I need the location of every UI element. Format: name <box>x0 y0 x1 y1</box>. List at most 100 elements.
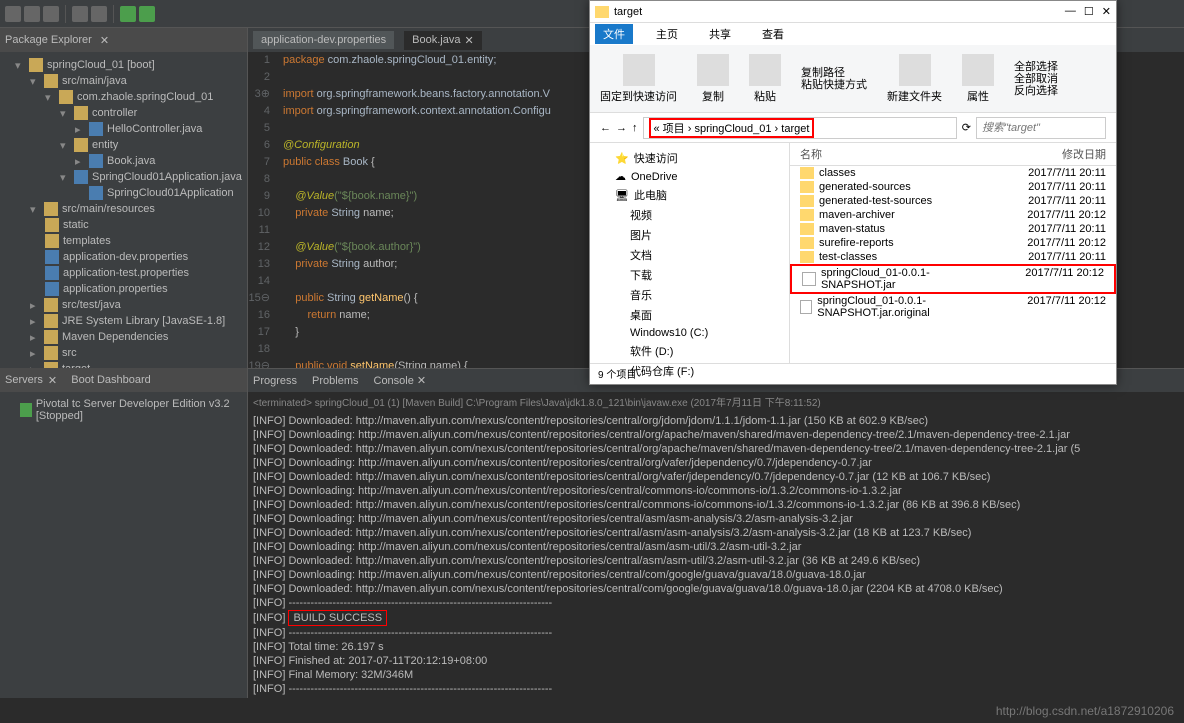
file-row[interactable]: springCloud_01-0.0.1-SNAPSHOT.jar.origin… <box>790 294 1116 320</box>
home-tab[interactable]: 主页 <box>648 24 686 44</box>
servers-panel: Servers ✕ Boot Dashboard Pivotal tc Serv… <box>0 368 248 698</box>
tree-item[interactable]: ▸src/test/java <box>0 297 247 313</box>
copy-path[interactable]: 复制路径 <box>801 67 867 79</box>
sidebar-onedrive[interactable]: ☁ OneDrive <box>595 168 784 185</box>
console-header: <terminated> springCloud_01 (1) [Maven B… <box>253 397 1179 414</box>
tree-item[interactable]: SpringCloud01Application <box>0 185 247 201</box>
sidebar-videos[interactable]: 视频 <box>595 205 784 225</box>
tree-item[interactable]: ▾entity <box>0 137 247 153</box>
paste-shortcut[interactable]: 粘贴快捷方式 <box>801 79 867 91</box>
invert-selection[interactable]: 反向选择 <box>1014 85 1058 97</box>
sidebar-thispc[interactable]: 🖥 此电脑 <box>595 185 784 205</box>
tree-item[interactable]: ▾src/main/java <box>0 73 247 89</box>
tree-item[interactable]: ▸Book.java <box>0 153 247 169</box>
tree-item[interactable]: ▸src <box>0 345 247 361</box>
folder-icon <box>595 6 609 18</box>
refresh-button[interactable]: ⟳ <box>962 121 971 134</box>
maximize-button[interactable]: ☐ <box>1084 5 1094 18</box>
problems-tab[interactable]: Problems <box>312 375 358 387</box>
file-tab[interactable]: 文件 <box>595 24 633 44</box>
file-row[interactable]: generated-test-sources2017/7/11 20:11 <box>790 194 1116 208</box>
tree-item[interactable]: application.properties <box>0 281 247 297</box>
toolbar-icon[interactable] <box>43 6 59 22</box>
explorer-ribbon: 固定到快速访问 复制 粘贴 复制路径 粘贴快捷方式 新建文件夹 属性 全部选择 … <box>590 45 1116 113</box>
paste-icon[interactable] <box>749 54 781 86</box>
watermark: http://blog.csdn.net/a1872910206 <box>996 704 1174 718</box>
explorer-address-bar: ← → ↑ « 项目 › springCloud_01 › target ⟳ <box>590 113 1116 143</box>
minimize-button[interactable]: — <box>1065 5 1076 18</box>
file-row[interactable]: maven-status2017/7/11 20:11 <box>790 222 1116 236</box>
explorer-titlebar[interactable]: target — ☐ ✕ <box>590 1 1116 23</box>
sidebar-music[interactable]: 音乐 <box>595 285 784 305</box>
copy-icon[interactable] <box>697 54 729 86</box>
explorer-sidebar: ⭐ 快速访问 ☁ OneDrive 🖥 此电脑 视频 图片 文档 下载 音乐 桌… <box>590 143 790 363</box>
file-list: 名称 修改日期 classes2017/7/11 20:11generated-… <box>790 143 1116 363</box>
package-explorer-panel: Package Explorer ✕ ▾springCloud_01 [boot… <box>0 28 248 368</box>
new-folder-icon[interactable] <box>899 54 931 86</box>
window-title: target <box>614 6 642 18</box>
close-button[interactable]: ✕ <box>1102 5 1111 18</box>
explorer-window: target — ☐ ✕ 文件 主页 共享 查看 固定到快速访问 复制 粘贴 复… <box>589 0 1117 385</box>
console-output[interactable]: <terminated> springCloud_01 (1) [Maven B… <box>248 392 1184 698</box>
tree-item[interactable]: templates <box>0 233 247 249</box>
pin-icon[interactable] <box>623 54 655 86</box>
address-path: « 项目 › springCloud_01 › target <box>649 118 815 138</box>
tree-project[interactable]: ▾springCloud_01 [boot] <box>0 57 247 73</box>
panel-title: Package Explorer <box>5 34 92 46</box>
tree-item[interactable]: ▾com.zhaole.springCloud_01 <box>0 89 247 105</box>
progress-tab[interactable]: Progress <box>253 375 297 387</box>
editor-tab-active[interactable]: Book.java ✕ <box>404 31 482 50</box>
tree-item[interactable]: ▾controller <box>0 105 247 121</box>
address-input[interactable]: « 项目 › springCloud_01 › target <box>643 117 957 139</box>
boot-dashboard-tab[interactable]: Boot Dashboard <box>71 374 151 386</box>
share-tab[interactable]: 共享 <box>701 24 739 44</box>
column-date[interactable]: 修改日期 <box>1006 146 1106 162</box>
file-row[interactable]: classes2017/7/11 20:11 <box>790 166 1116 180</box>
toolbar-icon[interactable] <box>5 6 21 22</box>
console-tab[interactable]: Console ✕ <box>374 374 427 387</box>
sidebar-downloads[interactable]: 下载 <box>595 265 784 285</box>
tree-item[interactable]: ▸HelloController.java <box>0 121 247 137</box>
debug-icon[interactable] <box>139 6 155 22</box>
toolbar-icon[interactable] <box>72 6 88 22</box>
sidebar-drive-c[interactable]: Windows10 (C:) <box>595 325 784 341</box>
tree-item[interactable]: ▸JRE System Library [JavaSE-1.8] <box>0 313 247 329</box>
package-explorer-header: Package Explorer ✕ <box>0 28 247 52</box>
toolbar-icon[interactable] <box>91 6 107 22</box>
tree-item[interactable]: application-test.properties <box>0 265 247 281</box>
tree-item[interactable]: ▾SpringCloud01Application.java <box>0 169 247 185</box>
run-icon[interactable] <box>120 6 136 22</box>
back-button[interactable]: ← <box>600 122 611 134</box>
file-row[interactable]: springCloud_01-0.0.1-SNAPSHOT.jar2017/7/… <box>790 264 1116 294</box>
sidebar-quick-access[interactable]: ⭐ 快速访问 <box>595 148 784 168</box>
project-tree: ▾springCloud_01 [boot] ▾src/main/java ▾c… <box>0 52 247 398</box>
forward-button[interactable]: → <box>616 122 627 134</box>
toolbar-icon[interactable] <box>24 6 40 22</box>
server-item[interactable]: Pivotal tc Server Developer Edition v3.2… <box>5 397 242 423</box>
tree-item[interactable]: ▾src/main/resources <box>0 201 247 217</box>
sidebar-desktop[interactable]: 桌面 <box>595 305 784 325</box>
file-row[interactable]: test-classes2017/7/11 20:11 <box>790 250 1116 264</box>
close-icon[interactable]: ✕ <box>100 34 109 47</box>
properties-icon[interactable] <box>962 54 994 86</box>
close-icon[interactable]: ✕ <box>464 34 473 47</box>
select-none[interactable]: 全部取消 <box>1014 73 1058 85</box>
file-row[interactable]: maven-archiver2017/7/11 20:12 <box>790 208 1116 222</box>
tree-item[interactable]: ▸Maven Dependencies <box>0 329 247 345</box>
search-input[interactable] <box>976 117 1106 139</box>
build-success-badge: BUILD SUCCESS <box>288 610 387 626</box>
select-all[interactable]: 全部选择 <box>1014 61 1058 73</box>
column-name[interactable]: 名称 <box>800 146 1006 162</box>
explorer-ribbon-tabs: 文件 主页 共享 查看 <box>590 23 1116 45</box>
tree-item[interactable]: application-dev.properties <box>0 249 247 265</box>
servers-tab[interactable]: Servers <box>5 374 43 386</box>
tree-item[interactable]: static <box>0 217 247 233</box>
sidebar-drive-d[interactable]: 软件 (D:) <box>595 341 784 361</box>
editor-tab[interactable]: application-dev.properties <box>253 31 394 49</box>
sidebar-documents[interactable]: 文档 <box>595 245 784 265</box>
file-row[interactable]: surefire-reports2017/7/11 20:12 <box>790 236 1116 250</box>
sidebar-pictures[interactable]: 图片 <box>595 225 784 245</box>
view-tab[interactable]: 查看 <box>754 24 792 44</box>
file-row[interactable]: generated-sources2017/7/11 20:11 <box>790 180 1116 194</box>
up-button[interactable]: ↑ <box>632 122 638 134</box>
